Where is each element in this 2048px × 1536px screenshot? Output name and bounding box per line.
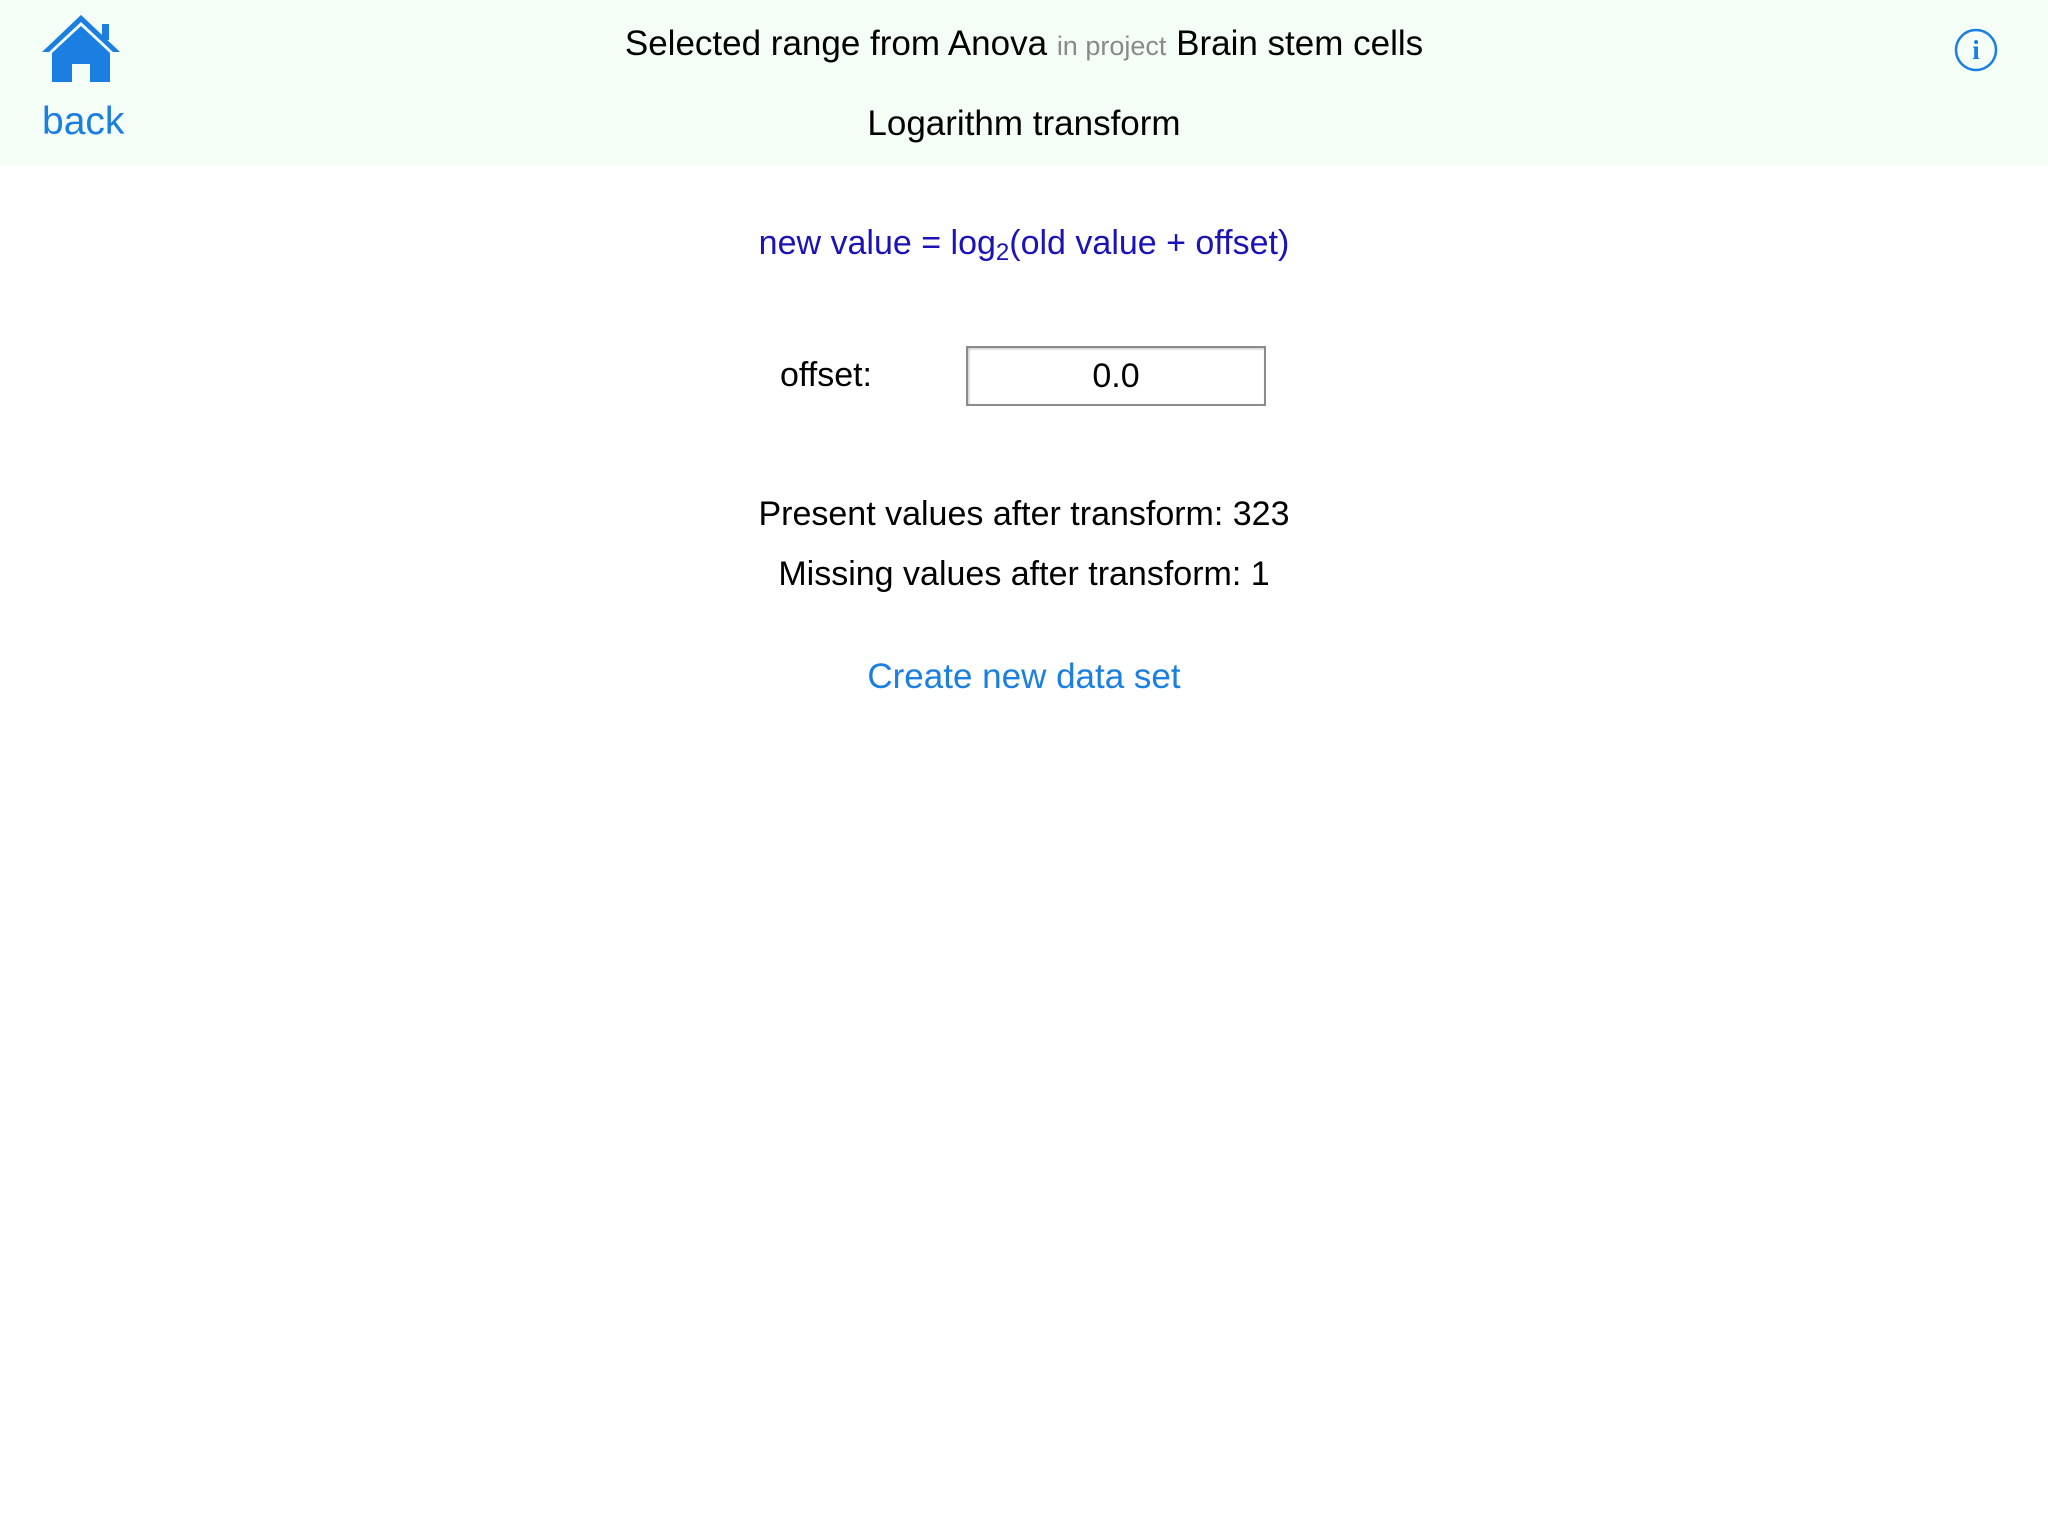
title-connector: in project (1056, 31, 1167, 61)
create-new-data-set-button[interactable]: Create new data set (867, 657, 1180, 696)
missing-values-count: Missing values after transform: 1 (778, 555, 1270, 593)
offset-label: offset: (780, 356, 872, 394)
title-prefix: Selected range from Anova (624, 24, 1048, 63)
navigation-header: back Selected range from Anova in projec… (0, 0, 2048, 165)
formula-lhs: new value = log (758, 224, 996, 262)
offset-input[interactable] (966, 346, 1266, 406)
info-button[interactable]: i (1954, 28, 1998, 72)
formula-rhs: (old value + offset) (1009, 224, 1290, 262)
page-title: Selected range from Anova in project Bra… (0, 24, 2048, 64)
transform-formula: new value = log2(old value + offset) (0, 224, 2048, 267)
present-values-count: Present values after transform: 323 (758, 495, 1290, 533)
formula-base: 2 (995, 239, 1010, 266)
info-glyph: i (1972, 35, 1980, 65)
create-dataset-row: Create new data set (0, 657, 2048, 697)
info-icon[interactable]: i (1954, 28, 1998, 72)
project-name: Brain stem cells (1176, 24, 1424, 63)
page-subtitle: Logarithm transform (867, 104, 1181, 143)
